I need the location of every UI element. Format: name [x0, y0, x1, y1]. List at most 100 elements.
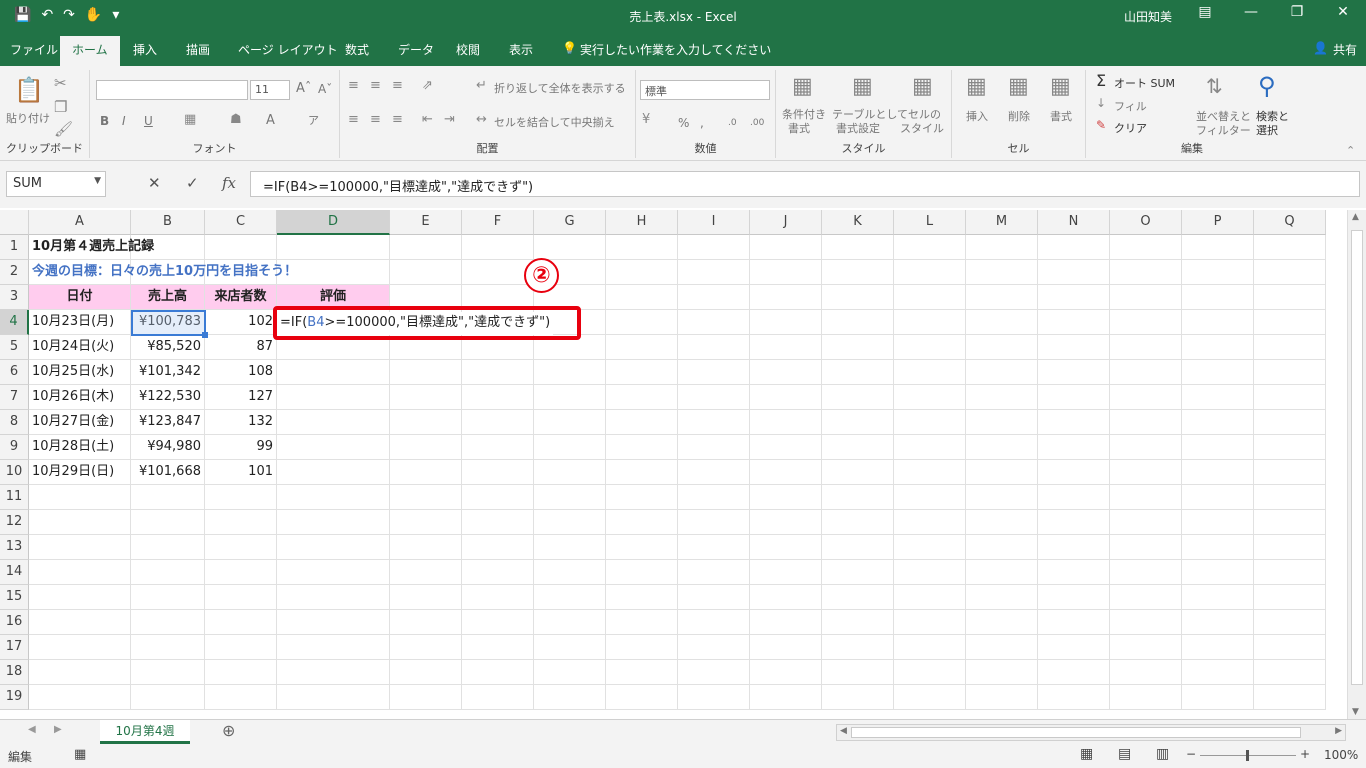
font-name-combo[interactable]: [96, 80, 248, 100]
grid-cell[interactable]: [606, 360, 678, 385]
grid-cell[interactable]: [678, 235, 750, 260]
scroll-down-icon[interactable]: ▼: [1352, 707, 1359, 717]
cell-a1[interactable]: 10月第４週売上記録: [29, 235, 309, 260]
grid-cell[interactable]: [1182, 235, 1254, 260]
grid-cell[interactable]: [534, 235, 606, 260]
grid-cell[interactable]: [894, 260, 966, 285]
grid-cell[interactable]: [678, 535, 750, 560]
grid-cell[interactable]: [534, 360, 606, 385]
grid-cell[interactable]: [205, 635, 277, 660]
grid-cell[interactable]: [750, 435, 822, 460]
grid-cell[interactable]: [1254, 385, 1326, 410]
grid-cell[interactable]: [822, 310, 894, 335]
grid-cell[interactable]: [678, 585, 750, 610]
grid-cell[interactable]: [462, 235, 534, 260]
grid-cell[interactable]: [1182, 510, 1254, 535]
grid-cell[interactable]: [1038, 385, 1110, 410]
insert-cells-button[interactable]: 挿入: [966, 110, 988, 124]
grid-cell[interactable]: [606, 335, 678, 360]
column-header-n[interactable]: N: [1038, 210, 1110, 235]
row-header-1[interactable]: 1: [0, 235, 29, 260]
grid-cell[interactable]: [1254, 235, 1326, 260]
grid-cell[interactable]: [750, 685, 822, 710]
grid-cell[interactable]: [750, 610, 822, 635]
scroll-left-icon[interactable]: ◀: [840, 726, 847, 736]
grid-cell[interactable]: [390, 360, 462, 385]
grid-cell[interactable]: [462, 610, 534, 635]
grid-cell[interactable]: [678, 435, 750, 460]
grid-cell[interactable]: [131, 635, 205, 660]
select-all-corner[interactable]: [0, 210, 29, 235]
fill-button[interactable]: フィル: [1114, 100, 1147, 114]
grid-cell[interactable]: [822, 510, 894, 535]
row-header-14[interactable]: 14: [0, 560, 29, 585]
grid-cell[interactable]: [966, 460, 1038, 485]
grid-cell[interactable]: [606, 585, 678, 610]
vertical-scroll-thumb[interactable]: [1351, 230, 1363, 685]
grid-cell[interactable]: [606, 435, 678, 460]
grid-cell[interactable]: [1110, 510, 1182, 535]
grid-cell[interactable]: [894, 435, 966, 460]
grid-cell[interactable]: [750, 235, 822, 260]
grid-cell[interactable]: [822, 560, 894, 585]
grid-cell[interactable]: [390, 535, 462, 560]
column-header-m[interactable]: M: [966, 210, 1038, 235]
grid-cell[interactable]: [822, 685, 894, 710]
orientation-icon[interactable]: ⇗: [422, 78, 433, 93]
grid-cell[interactable]: [678, 660, 750, 685]
grid-cell[interactable]: [390, 385, 462, 410]
add-sheet-icon[interactable]: ⊕: [222, 721, 235, 740]
row-header-8[interactable]: 8: [0, 410, 29, 435]
grid-cell[interactable]: [1254, 260, 1326, 285]
grid-cell[interactable]: [1038, 460, 1110, 485]
cell-visitors[interactable]: 99: [205, 435, 277, 460]
grid-cell[interactable]: [534, 585, 606, 610]
italic-icon[interactable]: I: [122, 114, 126, 128]
grid-cell[interactable]: [750, 510, 822, 535]
name-box[interactable]: SUM ▼: [6, 171, 106, 197]
grid-cell[interactable]: [277, 385, 390, 410]
grid-cell[interactable]: [1038, 535, 1110, 560]
paste-icon[interactable]: 📋: [14, 76, 44, 104]
grid-cell[interactable]: [462, 410, 534, 435]
grid-cell[interactable]: [822, 235, 894, 260]
tab-home[interactable]: ホーム: [60, 36, 120, 66]
grid-cell[interactable]: [1110, 235, 1182, 260]
grid-cell[interactable]: [894, 635, 966, 660]
grid-cell[interactable]: [1110, 435, 1182, 460]
grid-cell[interactable]: [678, 510, 750, 535]
grid-cell[interactable]: [390, 435, 462, 460]
grid-cell[interactable]: [1182, 360, 1254, 385]
page-layout-view-icon[interactable]: ▤: [1118, 746, 1131, 762]
tab-view[interactable]: 表示: [509, 41, 533, 58]
column-header-h[interactable]: H: [606, 210, 678, 235]
row-header-5[interactable]: 5: [0, 335, 29, 360]
grid-cell[interactable]: [678, 685, 750, 710]
grid-cell[interactable]: [606, 410, 678, 435]
cell-date[interactable]: 10月29日(日): [29, 460, 131, 485]
grid-cell[interactable]: [966, 360, 1038, 385]
grid-cell[interactable]: [606, 535, 678, 560]
align-top-icon[interactable]: ≡: [348, 78, 359, 93]
grid-cell[interactable]: [29, 585, 131, 610]
grid-cell[interactable]: [534, 410, 606, 435]
grid-cell[interactable]: [1182, 685, 1254, 710]
cell-date[interactable]: 10月28日(土): [29, 435, 131, 460]
tab-insert[interactable]: 挿入: [133, 41, 157, 58]
grid-cell[interactable]: [1038, 560, 1110, 585]
grid-cell[interactable]: [606, 660, 678, 685]
grid-cell[interactable]: [1110, 485, 1182, 510]
grid-cell[interactable]: [894, 335, 966, 360]
scroll-right-icon[interactable]: ▶: [1335, 726, 1342, 736]
cell-styles-button[interactable]: セルの: [908, 108, 941, 122]
grid-cell[interactable]: [894, 585, 966, 610]
wrap-text-button[interactable]: 折り返して全体を表示する: [494, 82, 626, 96]
zoom-level[interactable]: 100%: [1324, 748, 1358, 762]
row-header-11[interactable]: 11: [0, 485, 29, 510]
grid-cell[interactable]: [606, 685, 678, 710]
grid-cell[interactable]: [462, 585, 534, 610]
row-header-9[interactable]: 9: [0, 435, 29, 460]
tab-data[interactable]: データ: [398, 41, 434, 58]
grid-cell[interactable]: [131, 660, 205, 685]
phonetic-icon[interactable]: ア: [308, 114, 319, 128]
